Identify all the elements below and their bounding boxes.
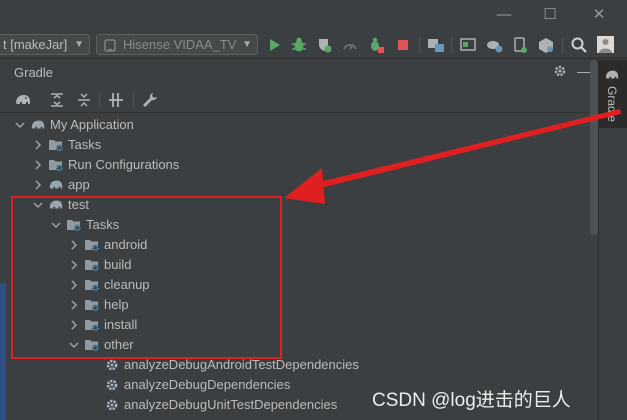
tree-node-label: Tasks [68,137,102,152]
panel-toolbar [0,87,598,113]
toolbar-separator [99,92,100,108]
title-bar: — ☐ ✕ [0,0,627,30]
elephant-icon [30,117,46,133]
toolbar-separator [451,37,452,53]
device-label: Hisense VIDAA_TV [123,37,237,52]
elephant-icon [604,68,620,85]
device-select[interactable]: Hisense VIDAA_TV ▼ [96,34,258,55]
elephant-icon [48,177,64,193]
apply-changes-icon[interactable] [341,36,359,54]
panel-header: Gradle — [0,60,598,85]
tree-node-label: analyzeDebugUnitTestDependencies [124,397,338,412]
tree-node-my-application[interactable]: My Application [0,115,590,135]
chevron-right-icon[interactable] [32,159,44,171]
tree-node-label: My Application [50,117,134,132]
tree-node-label: analyzeDebugAndroidTestDependencies [124,357,359,372]
gear-icon [105,378,121,394]
gear-icon [105,398,121,414]
tree-node-run-configurations[interactable]: Run Configurations [0,155,590,175]
watermark-text: CSDN @log进击的巨人 [372,390,571,411]
panel-title: Gradle [14,65,54,80]
gear-icon[interactable] [552,64,568,80]
sdk-manager-icon[interactable] [537,36,555,54]
tree-node-label: analyzeDebugDependencies [124,377,291,392]
annotation-highlight-box [11,196,282,359]
debug-icon[interactable] [290,36,308,54]
tree-node-app[interactable]: app [0,175,590,195]
device-icon [104,38,116,54]
tree-node-label: Run Configurations [68,157,180,172]
project-structure-icon[interactable] [427,36,445,54]
toolbar-separator [419,37,420,53]
vertical-scrollbar[interactable] [590,60,598,235]
tree-node-tasks[interactable]: Tasks [0,135,590,155]
folder-gear-icon [48,157,64,173]
gradle-side-tab-label: Gradle [605,86,619,123]
toolbar-separator [562,37,563,53]
chevron-down-icon: ▼ [74,39,84,50]
profile-icon[interactable] [315,36,333,54]
toolbar-separator [133,92,134,108]
stop-icon[interactable] [394,36,412,54]
folder-gear-icon [48,137,64,153]
minimize-icon[interactable]: — [493,4,515,26]
elephant-icon[interactable] [14,92,32,108]
sync-gradle-icon[interactable] [485,36,503,54]
collapse-all-icon[interactable] [75,92,93,108]
editor-edge-highlight [0,283,6,420]
toggle-offline-icon[interactable] [107,92,125,108]
chevron-down-icon: ▼ [242,39,252,50]
tree-node-label: app [68,177,90,192]
run-icon[interactable] [265,36,283,54]
expand-all-icon[interactable] [48,92,66,108]
chevron-right-icon[interactable] [32,139,44,151]
attach-debugger-icon[interactable] [367,36,385,54]
close-icon[interactable]: ✕ [588,4,610,26]
right-tool-strip: Gradle [598,60,627,420]
gradle-side-tab[interactable]: Gradle [599,60,627,128]
avatar[interactable] [597,36,614,53]
avd-manager-icon[interactable] [511,36,529,54]
wrench-icon[interactable] [141,92,159,108]
layout-inspector-icon[interactable] [459,36,477,54]
gear-icon [105,358,121,374]
search-icon[interactable] [570,36,588,54]
maximize-icon[interactable]: ☐ [539,4,561,26]
run-configuration-select[interactable]: t [makeJar] ▼ [0,34,90,55]
chevron-right-icon[interactable] [32,179,44,191]
main-toolbar: t [makeJar] ▼ Hisense VIDAA_TV ▼ [0,30,627,59]
chevron-down-icon[interactable] [14,119,26,131]
run-configuration-label: t [makeJar] [3,37,68,52]
